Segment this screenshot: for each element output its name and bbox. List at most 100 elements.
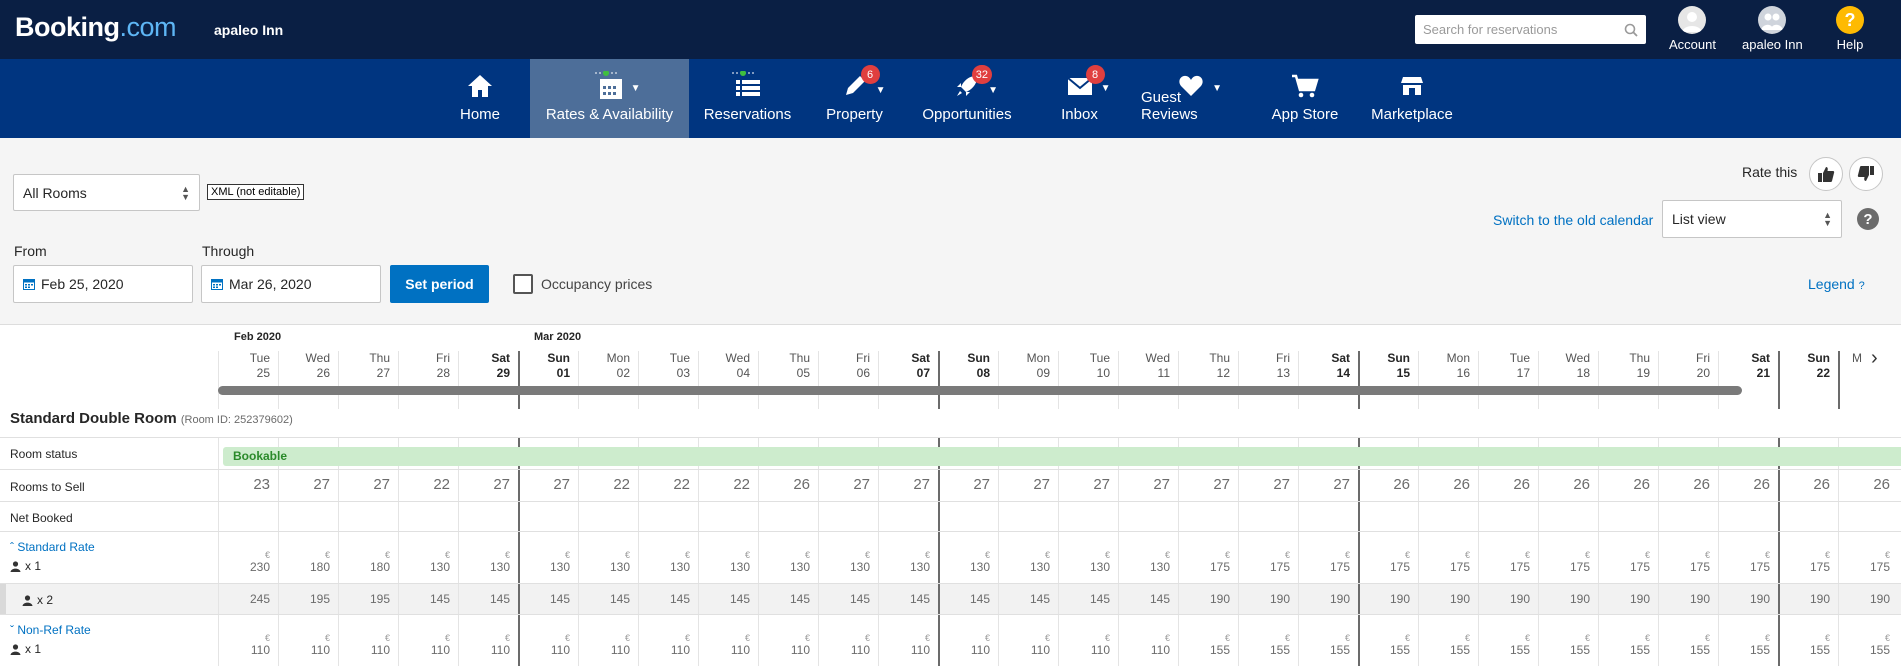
rate-price-cell[interactable]: €130 xyxy=(1118,532,1178,584)
rate-price-cell[interactable]: 190 xyxy=(1478,584,1538,615)
rate-price-cell[interactable]: €175 xyxy=(1298,532,1358,584)
rate-price-cell[interactable]: €130 xyxy=(758,532,818,584)
day-header[interactable]: Mon 02 xyxy=(578,351,638,409)
day-header[interactable]: Tue 17 xyxy=(1478,351,1538,409)
day-header[interactable]: Tue 25 xyxy=(218,351,278,409)
search-input[interactable] xyxy=(1423,22,1624,37)
day-header[interactable]: Wed 04 xyxy=(698,351,758,409)
rate-price-cell[interactable]: €130 xyxy=(818,532,878,584)
occupancy-prices-checkbox[interactable] xyxy=(513,274,533,294)
rate-price-cell[interactable]: €155 xyxy=(1718,615,1778,666)
rate-price-cell[interactable]: 245 xyxy=(218,584,278,615)
rooms-to-sell-cell[interactable]: 27 xyxy=(338,470,398,502)
rate-price-cell[interactable]: €155 xyxy=(1538,615,1598,666)
rate-price-cell[interactable]: €130 xyxy=(458,532,518,584)
user-button[interactable]: apaleo Inn xyxy=(1742,6,1803,52)
rate-price-cell[interactable]: 145 xyxy=(638,584,698,615)
day-header[interactable]: Tue 10 xyxy=(1058,351,1118,409)
rooms-to-sell-cell[interactable]: 27 xyxy=(278,470,338,502)
rate-price-cell[interactable]: €180 xyxy=(338,532,398,584)
rate-price-cell[interactable]: 145 xyxy=(398,584,458,615)
rate-price-cell[interactable]: €155 xyxy=(1178,615,1238,666)
rate-price-cell[interactable]: €175 xyxy=(1178,532,1238,584)
rate-price-cell[interactable]: €155 xyxy=(1838,615,1898,666)
day-header[interactable]: Sun 08 xyxy=(938,351,998,409)
rooms-to-sell-cell[interactable]: 27 xyxy=(878,470,938,502)
rate-price-cell[interactable]: 145 xyxy=(938,584,998,615)
rate-price-cell[interactable]: 190 xyxy=(1418,584,1478,615)
rate-price-cell[interactable]: €175 xyxy=(1238,532,1298,584)
rooms-to-sell-cell[interactable]: 27 xyxy=(1118,470,1178,502)
rate-price-cell[interactable]: €175 xyxy=(1778,532,1838,584)
horizontal-scrollbar[interactable] xyxy=(218,386,1742,395)
rate-price-cell[interactable]: €175 xyxy=(1478,532,1538,584)
rate-price-cell[interactable]: €175 xyxy=(1658,532,1718,584)
rooms-to-sell-cell[interactable]: 26 xyxy=(1418,470,1478,502)
rate-price-cell[interactable]: 190 xyxy=(1178,584,1238,615)
rate-price-cell[interactable]: €175 xyxy=(1598,532,1658,584)
rooms-to-sell-cell[interactable]: 26 xyxy=(1838,470,1898,502)
rate-price-cell[interactable]: 145 xyxy=(818,584,878,615)
rooms-to-sell-cell[interactable]: 27 xyxy=(1298,470,1358,502)
rate-price-cell[interactable]: €110 xyxy=(638,615,698,666)
rooms-to-sell-cell[interactable]: 22 xyxy=(398,470,458,502)
rate-price-cell[interactable]: €175 xyxy=(1358,532,1418,584)
through-date-input[interactable]: Mar 26, 2020 xyxy=(201,265,381,303)
rate-price-cell[interactable]: €110 xyxy=(338,615,398,666)
day-header-partial[interactable]: M xyxy=(1838,351,1901,409)
rate-price-cell[interactable]: 145 xyxy=(1118,584,1178,615)
rate-price-cell[interactable]: €130 xyxy=(998,532,1058,584)
rate-price-cell[interactable]: €110 xyxy=(938,615,998,666)
rooms-to-sell-cell[interactable]: 27 xyxy=(998,470,1058,502)
booking-logo[interactable]: Booking.com xyxy=(15,12,177,43)
rate-price-cell[interactable]: 190 xyxy=(1598,584,1658,615)
chevron-right-icon[interactable]: › xyxy=(1871,347,1878,370)
rooms-to-sell-cell[interactable]: 23 xyxy=(218,470,278,502)
rooms-to-sell-cell[interactable]: 27 xyxy=(1058,470,1118,502)
rooms-to-sell-cell[interactable]: 26 xyxy=(1778,470,1838,502)
day-header[interactable]: Thu 19 xyxy=(1598,351,1658,409)
rooms-to-sell-cell[interactable]: 22 xyxy=(638,470,698,502)
standard-rate-toggle[interactable]: ˆ Standard Rate xyxy=(10,540,95,554)
view-select[interactable]: List view ▲ ▼ xyxy=(1662,200,1842,238)
rooms-to-sell-cell[interactable]: 22 xyxy=(578,470,638,502)
rate-price-cell[interactable]: 145 xyxy=(578,584,638,615)
rate-price-cell[interactable]: €110 xyxy=(518,615,578,666)
nav-guest-reviews[interactable]: ▼ Guest Reviews xyxy=(1141,59,1241,138)
rate-price-cell[interactable]: €230 xyxy=(218,532,278,584)
rate-price-cell[interactable]: 145 xyxy=(878,584,938,615)
rooms-to-sell-cell[interactable]: 26 xyxy=(1478,470,1538,502)
day-header[interactable]: Mon 16 xyxy=(1418,351,1478,409)
rate-price-cell[interactable]: 145 xyxy=(758,584,818,615)
rate-price-cell[interactable]: €175 xyxy=(1538,532,1598,584)
rate-price-cell[interactable]: €110 xyxy=(758,615,818,666)
rooms-to-sell-cell[interactable]: 26 xyxy=(758,470,818,502)
rate-price-cell[interactable]: €130 xyxy=(938,532,998,584)
search-icon[interactable] xyxy=(1624,23,1638,37)
nav-inbox[interactable]: 8 ▼ Inbox xyxy=(1057,59,1111,138)
rate-price-cell[interactable]: 190 xyxy=(1718,584,1778,615)
rate-price-cell[interactable]: €130 xyxy=(638,532,698,584)
set-period-button[interactable]: Set period xyxy=(390,265,489,303)
rooms-to-sell-cell[interactable]: 27 xyxy=(458,470,518,502)
day-header[interactable]: Fri 28 xyxy=(398,351,458,409)
rate-price-cell[interactable]: €110 xyxy=(278,615,338,666)
day-header[interactable]: Sun 15 xyxy=(1358,351,1418,409)
rate-price-cell[interactable]: 190 xyxy=(1238,584,1298,615)
day-header[interactable]: Thu 27 xyxy=(338,351,398,409)
room-select[interactable]: All Rooms ▲ ▼ xyxy=(13,174,200,211)
rate-price-cell[interactable]: 145 xyxy=(998,584,1058,615)
rate-price-cell[interactable]: €110 xyxy=(398,615,458,666)
help-button[interactable]: ? Help xyxy=(1836,6,1864,52)
nav-marketplace[interactable]: Marketplace xyxy=(1369,59,1455,138)
non-ref-rate-toggle[interactable]: ˇ Non-Ref Rate xyxy=(10,623,91,637)
rate-price-cell[interactable]: 190 xyxy=(1658,584,1718,615)
rate-price-cell[interactable]: €130 xyxy=(698,532,758,584)
nav-property[interactable]: 6 ▼ Property xyxy=(818,59,891,138)
rate-price-cell[interactable]: 190 xyxy=(1838,584,1898,615)
thumbs-up-button[interactable] xyxy=(1809,157,1843,191)
rate-price-cell[interactable]: €155 xyxy=(1298,615,1358,666)
rate-price-cell[interactable]: €110 xyxy=(1118,615,1178,666)
rate-price-cell[interactable]: €155 xyxy=(1358,615,1418,666)
rate-price-cell[interactable]: €130 xyxy=(578,532,638,584)
